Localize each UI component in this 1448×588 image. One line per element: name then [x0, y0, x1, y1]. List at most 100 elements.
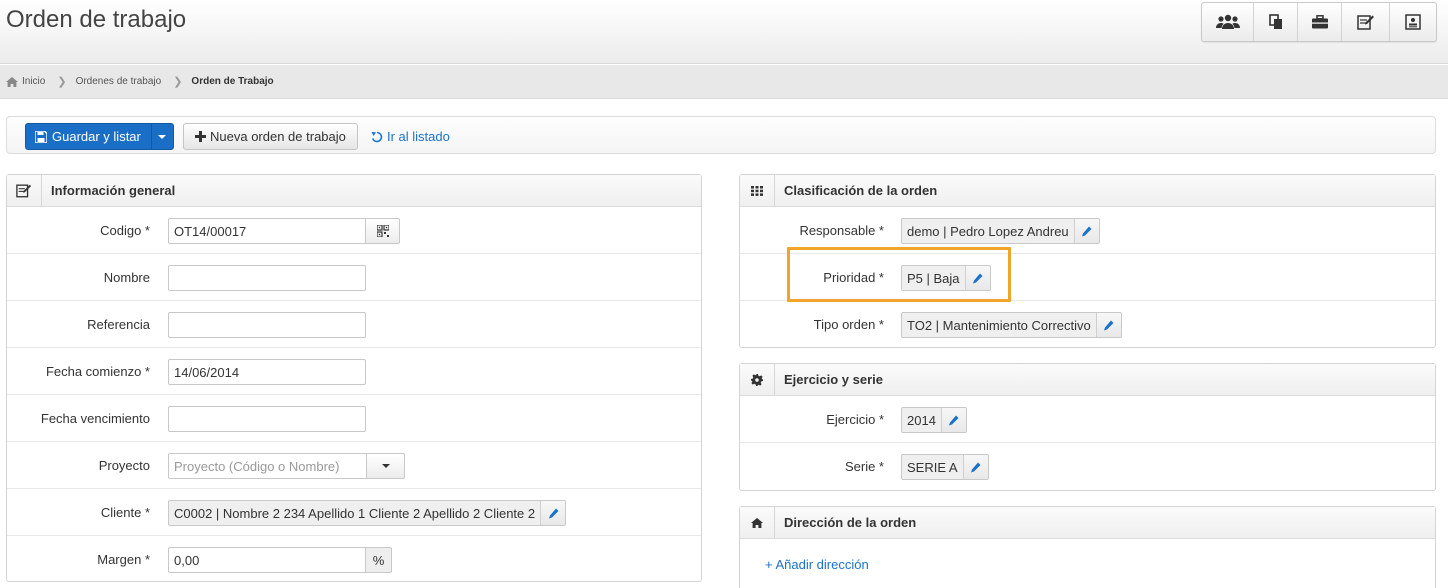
field-label: Cliente *	[100, 504, 150, 520]
field-label: Nombre	[103, 269, 150, 285]
contact-card-icon[interactable]	[1390, 3, 1436, 41]
fiscal-year-panel: Ejercicio y serie Ejercicio * 2014 Serie…	[739, 363, 1436, 491]
add-address-link[interactable]: + Añadir dirección	[765, 557, 869, 572]
form-row-codigo: Codigo * OT14/00017	[7, 207, 701, 254]
form-row-tipo-orden: Tipo orden * TO2 | Mantenimiento Correct…	[740, 301, 1435, 348]
grid-icon	[740, 175, 775, 206]
form-row-margen: Margen * 0,00 %	[7, 536, 701, 583]
fecha-vencimiento-input[interactable]	[168, 406, 366, 432]
action-toolbar: Guardar y listar Nueva orden de trabajo …	[6, 116, 1436, 154]
form-row-serie: Serie * SERIE A	[740, 443, 1435, 490]
field-label: Fecha comienzo *	[45, 363, 150, 379]
page-header: Orden de trabajo	[0, 0, 1448, 64]
breadcrumb: Inicio ❯ Ordenes de trabajo ❯ Orden de T…	[0, 65, 1448, 99]
chevron-right-icon: ❯	[57, 76, 67, 88]
form-row-nombre: Nombre	[7, 254, 701, 301]
field-label: Margen *	[97, 551, 150, 567]
new-order-button[interactable]: Nueva orden de trabajo	[183, 123, 358, 150]
users-icon[interactable]	[1202, 3, 1254, 41]
pencil-icon	[949, 415, 959, 425]
form-row-ejercicio: Ejercicio * 2014	[740, 396, 1435, 443]
breadcrumb-current: Orden de Trabajo	[191, 76, 274, 87]
proyecto-input[interactable]: Proyecto (Código o Nombre)	[168, 453, 367, 479]
form-row-fecha-comienzo: Fecha comienzo * 14/06/2014	[7, 348, 701, 395]
serie-selector: SERIE A	[901, 454, 989, 480]
go-to-list-link[interactable]: Ir al listado	[371, 129, 450, 144]
form-row-fecha-vencimiento: Fecha vencimiento	[7, 395, 701, 442]
address-panel: Dirección de la orden	[739, 506, 1436, 588]
save-icon	[35, 130, 47, 143]
edit-responsable-button[interactable]	[1073, 219, 1099, 243]
fiscal-year-header: Ejercicio y serie	[740, 364, 1435, 396]
cliente-selector: C0002 | Nombre 2 234 Apellido 1 Cliente …	[168, 500, 567, 526]
tipo-orden-value: TO2 | Mantenimiento Correctivo	[907, 317, 1091, 333]
form-row-referencia: Referencia	[7, 301, 701, 348]
proyecto-dropdown-button[interactable]	[366, 453, 405, 479]
plus-icon	[195, 131, 206, 142]
copy-document-icon[interactable]	[1254, 3, 1298, 41]
classification-header: Clasificación de la orden	[740, 175, 1435, 207]
save-and-list-button[interactable]: Guardar y listar	[26, 124, 151, 149]
field-label: Serie *	[844, 458, 884, 474]
edit-serie-button[interactable]	[962, 455, 988, 479]
breadcrumb-home-label: Inicio	[22, 76, 46, 87]
pencil-icon	[1082, 226, 1092, 236]
field-label: Proyecto	[98, 457, 150, 473]
edit-ejercicio-button[interactable]	[940, 408, 966, 432]
chevron-right-icon: ❯	[173, 76, 183, 88]
field-label: Codigo *	[100, 222, 150, 238]
nombre-input[interactable]	[168, 265, 366, 291]
pencil-icon	[548, 508, 559, 518]
field-label: Fecha vencimiento	[40, 410, 150, 426]
margen-unit: %	[365, 547, 392, 573]
refresh-icon	[371, 131, 383, 142]
qr-code-icon	[376, 225, 389, 237]
prioridad-highlight-box	[787, 247, 1011, 302]
ejercicio-selector: 2014	[901, 407, 967, 433]
briefcase-icon[interactable]	[1298, 3, 1342, 41]
save-and-list-button-group: Guardar y listar	[25, 123, 174, 150]
field-label: Ejercicio *	[826, 411, 884, 427]
home-icon	[740, 507, 775, 538]
new-order-label: Nueva orden de trabajo	[210, 129, 346, 144]
responsable-value: demo | Pedro Lopez Andreu	[907, 223, 1069, 239]
qr-code-button[interactable]	[365, 218, 400, 244]
panel-title: Clasificación de la orden	[784, 183, 938, 198]
edit-note-icon[interactable]	[1342, 3, 1390, 41]
header-toolbar	[1201, 2, 1437, 42]
form-row-proyecto: Proyecto Proyecto (Código o Nombre)	[7, 442, 701, 489]
page-title: Orden de trabajo	[6, 6, 187, 33]
serie-value: SERIE A	[907, 459, 958, 475]
edit-cliente-button[interactable]	[540, 501, 566, 525]
ejercicio-value: 2014	[907, 412, 936, 428]
caret-down-icon	[158, 134, 167, 139]
save-and-list-label: Guardar y listar	[52, 129, 141, 144]
referencia-input[interactable]	[168, 312, 366, 338]
panel-title: Dirección de la orden	[784, 515, 917, 530]
codigo-input[interactable]: OT14/00017	[168, 218, 366, 244]
breadcrumb-home[interactable]: Inicio	[6, 76, 45, 87]
edit-tipo-orden-button[interactable]	[1095, 313, 1121, 337]
pencil-icon	[1104, 320, 1114, 330]
breadcrumb-ordenes[interactable]: Ordenes de trabajo	[76, 76, 162, 87]
gear-icon	[740, 364, 775, 395]
save-options-dropdown[interactable]	[150, 124, 173, 149]
margen-input[interactable]: 0,00	[168, 547, 366, 573]
general-info-header: Información general	[7, 175, 701, 207]
form-row-cliente: Cliente * C0002 | Nombre 2 234 Apellido …	[7, 489, 701, 536]
fecha-comienzo-input[interactable]: 14/06/2014	[168, 359, 366, 385]
address-header: Dirección de la orden	[740, 507, 1435, 539]
tipo-orden-selector: TO2 | Mantenimiento Correctivo	[901, 312, 1122, 338]
caret-down-icon	[381, 464, 390, 468]
field-label: Referencia	[87, 316, 150, 332]
pencil-icon	[971, 462, 981, 472]
general-info-panel: Información general Codigo * OT14/00017 …	[6, 174, 702, 582]
panel-title: Información general	[51, 183, 176, 198]
go-to-list-label: Ir al listado	[387, 129, 450, 144]
panel-title: Ejercicio y serie	[784, 372, 884, 387]
responsable-selector: demo | Pedro Lopez Andreu	[901, 218, 1100, 244]
edit-note-icon	[7, 175, 42, 206]
field-label: Tipo orden *	[813, 316, 884, 332]
cliente-value: C0002 | Nombre 2 234 Apellido 1 Cliente …	[174, 505, 536, 521]
home-icon	[6, 76, 18, 87]
